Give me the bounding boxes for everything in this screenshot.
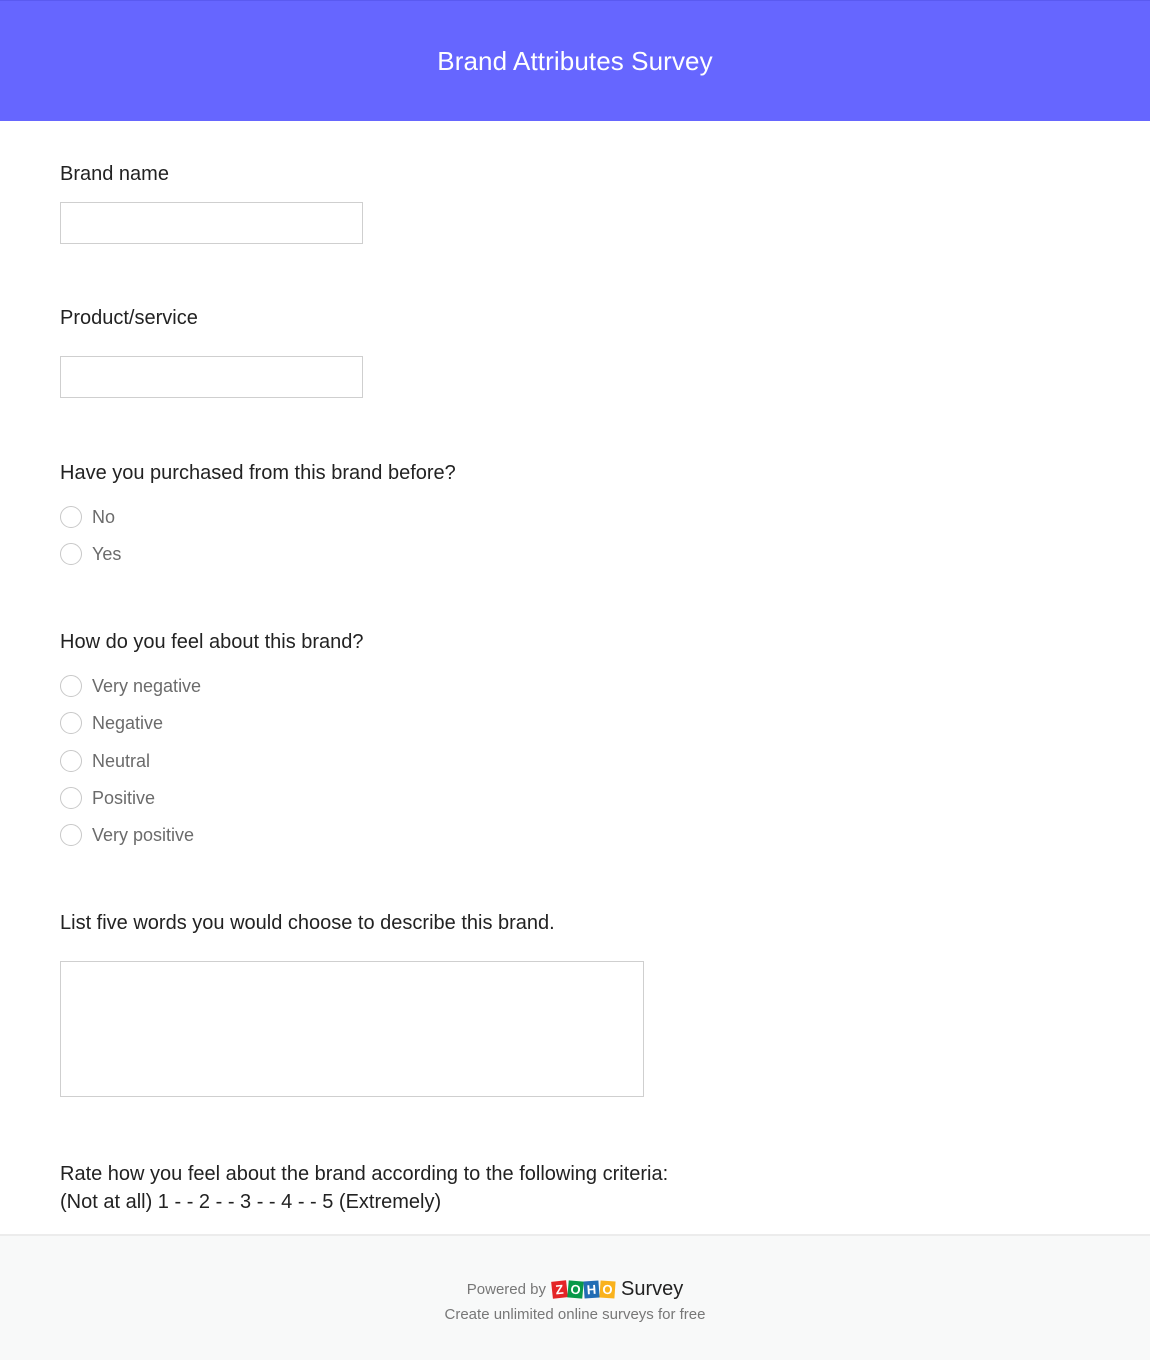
brand-name-label: Brand name	[60, 163, 169, 185]
radio-button[interactable]	[60, 506, 82, 528]
powered-by-link[interactable]: Powered by Z O H O Survey	[0, 1278, 1150, 1301]
footer: Powered by Z O H O Survey Create unlimit…	[0, 1234, 1150, 1360]
radio-button[interactable]	[60, 712, 82, 734]
feeling-option-positive[interactable]: Positive	[60, 786, 155, 810]
purchased-before-label: Have you purchased from this brand befor…	[60, 462, 456, 484]
powered-by-text: Powered by	[466, 1281, 546, 1298]
radio-button[interactable]	[60, 787, 82, 809]
zoho-logo-icon: Z O H O	[551, 1280, 616, 1299]
logo-letter: O	[567, 1280, 584, 1299]
feeling-option-neutral[interactable]: Neutral	[60, 749, 150, 773]
radio-button[interactable]	[60, 750, 82, 772]
logo-letter: O	[599, 1280, 616, 1299]
radio-button[interactable]	[60, 543, 82, 565]
feeling-label: How do you feel about this brand?	[60, 631, 364, 653]
survey-brand-name: Survey	[620, 1278, 684, 1300]
footer-tagline[interactable]: Create unlimited online surveys for free	[0, 1306, 1150, 1323]
brand-name-input[interactable]	[60, 202, 363, 244]
option-label: Negative	[92, 712, 164, 733]
option-label: Neutral	[92, 750, 151, 771]
logo-letter: H	[583, 1280, 600, 1299]
survey-header: Brand Attributes Survey	[0, 0, 1150, 121]
radio-button[interactable]	[60, 675, 82, 697]
purchased-option-no[interactable]: No	[60, 505, 115, 529]
feeling-option-very-positive[interactable]: Very positive	[60, 823, 194, 847]
option-label: No	[92, 506, 116, 527]
feeling-option-negative[interactable]: Negative	[60, 711, 163, 735]
rating-scale-label: (Not at all) 1 - - 2 - - 3 - - 4 - - 5 (…	[60, 1191, 442, 1213]
radio-button[interactable]	[60, 824, 82, 846]
option-label: Very negative	[92, 675, 202, 696]
option-label: Yes	[92, 543, 122, 564]
logo-letter: Z	[551, 1280, 568, 1299]
feeling-option-very-negative[interactable]: Very negative	[60, 674, 201, 698]
product-service-label: Product/service	[60, 307, 198, 329]
option-label: Positive	[92, 787, 156, 808]
rating-label: Rate how you feel about the brand accord…	[60, 1163, 669, 1185]
purchased-option-yes[interactable]: Yes	[60, 542, 121, 566]
five-words-textarea[interactable]	[60, 961, 644, 1097]
option-label: Very positive	[92, 824, 195, 845]
product-service-input[interactable]	[60, 356, 363, 398]
survey-title: Brand Attributes Survey	[437, 45, 713, 76]
five-words-label: List five words you would choose to desc…	[60, 912, 555, 934]
